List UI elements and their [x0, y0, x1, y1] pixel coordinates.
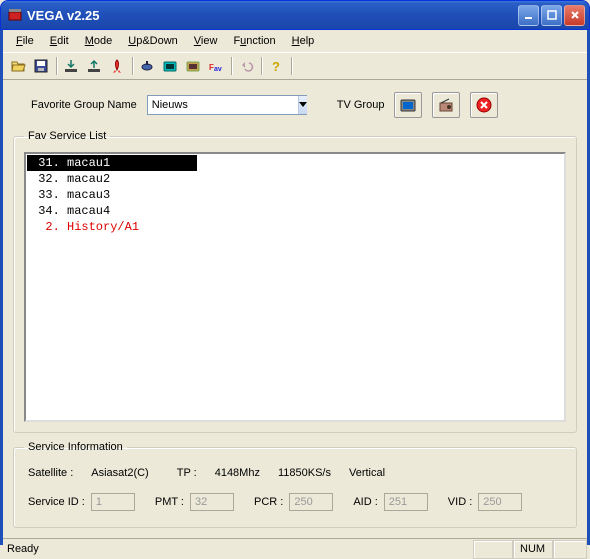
toolbar-separator: [288, 55, 294, 77]
app-icon: [7, 7, 23, 23]
rocket-icon[interactable]: [106, 55, 128, 77]
satellite-label: Satellite :: [28, 467, 73, 479]
vid-label: VID :: [448, 496, 472, 508]
radio-list-icon[interactable]: [182, 55, 204, 77]
menu-function[interactable]: Function: [226, 33, 282, 49]
aid-value: 251: [384, 493, 428, 511]
window-title: VEGA v2.25: [27, 8, 518, 23]
menu-file-label: ile: [23, 35, 34, 47]
tv-group-label: TV Group: [337, 99, 385, 111]
menu-view[interactable]: View: [187, 33, 225, 49]
download-icon[interactable]: [60, 55, 82, 77]
status-spacer1: [473, 540, 513, 559]
toolbar-separator: [129, 55, 135, 77]
minimize-button[interactable]: [518, 5, 539, 26]
list-item[interactable]: 34. macau4: [27, 203, 563, 219]
maximize-button[interactable]: [541, 5, 562, 26]
toolbar-separator: [258, 55, 264, 77]
menu-help[interactable]: Help: [285, 33, 322, 49]
svg-text:?: ?: [272, 59, 280, 74]
fav-service-list-group: Fav Service List 31. macau1 32. macau2 3…: [13, 130, 577, 433]
tv-list-icon[interactable]: [159, 55, 181, 77]
service-information-group: Service Information Satellite : Asiasat2…: [13, 441, 577, 528]
list-item[interactable]: 2. History/A1: [27, 219, 563, 235]
favorite-group-value[interactable]: [148, 99, 298, 111]
radio-group-button[interactable]: [432, 92, 460, 118]
fav-service-listbox[interactable]: 31. macau1 32. macau2 33. macau3 34. mac…: [24, 152, 566, 422]
list-item[interactable]: 32. macau2: [27, 171, 563, 187]
favorite-group-label: Favorite Group Name: [31, 99, 137, 111]
service-id-label: Service ID :: [28, 496, 85, 508]
tp-freq: 4148Mhz: [215, 467, 260, 479]
menu-edit[interactable]: Edit: [43, 33, 76, 49]
open-icon[interactable]: [7, 55, 29, 77]
help-icon[interactable]: ?: [265, 55, 287, 77]
undo-icon[interactable]: [235, 55, 257, 77]
tv-group-button[interactable]: [394, 92, 422, 118]
list-item[interactable]: 31. macau1: [27, 155, 197, 171]
satellite-icon[interactable]: [136, 55, 158, 77]
toolbar: Fav ?: [3, 52, 587, 80]
fav-service-list-legend: Fav Service List: [24, 130, 110, 142]
titlebar: VEGA v2.25: [0, 0, 590, 30]
combo-dropdown-icon[interactable]: [298, 96, 307, 114]
delete-group-button[interactable]: [470, 92, 498, 118]
service-id-value: 1: [91, 493, 135, 511]
window-controls: [518, 5, 585, 26]
pmt-label: PMT :: [155, 496, 184, 508]
tp-symrate: 11850KS/s: [278, 467, 331, 479]
top-row: Favorite Group Name TV Group: [13, 86, 577, 130]
toolbar-separator: [228, 55, 234, 77]
menu-file[interactable]: File: [9, 33, 41, 49]
vid-value: 250: [478, 493, 522, 511]
menu-mode[interactable]: Mode: [78, 33, 120, 49]
status-num: NUM: [513, 540, 553, 559]
tp-label: TP :: [177, 467, 197, 479]
menubar: File Edit Mode Up&Down View Function Hel…: [3, 30, 587, 52]
service-information-legend: Service Information: [24, 441, 127, 453]
save-icon[interactable]: [30, 55, 52, 77]
status-spacer2: [553, 540, 587, 559]
menu-updown[interactable]: Up&Down: [121, 33, 185, 49]
aid-label: AID :: [353, 496, 377, 508]
toolbar-separator: [53, 55, 59, 77]
satellite-value: Asiasat2(C): [91, 467, 148, 479]
favorite-group-combo[interactable]: [147, 95, 307, 115]
pcr-label: PCR :: [254, 496, 283, 508]
tp-pol: Vertical: [349, 467, 385, 479]
pcr-value: 250: [289, 493, 333, 511]
svg-text:av: av: [214, 66, 222, 73]
pmt-value: 32: [190, 493, 234, 511]
close-button[interactable]: [564, 5, 585, 26]
upload-icon[interactable]: [83, 55, 105, 77]
statusbar: Ready NUM: [3, 538, 587, 559]
fav-icon[interactable]: Fav: [205, 55, 227, 77]
list-item[interactable]: 33. macau3: [27, 187, 563, 203]
